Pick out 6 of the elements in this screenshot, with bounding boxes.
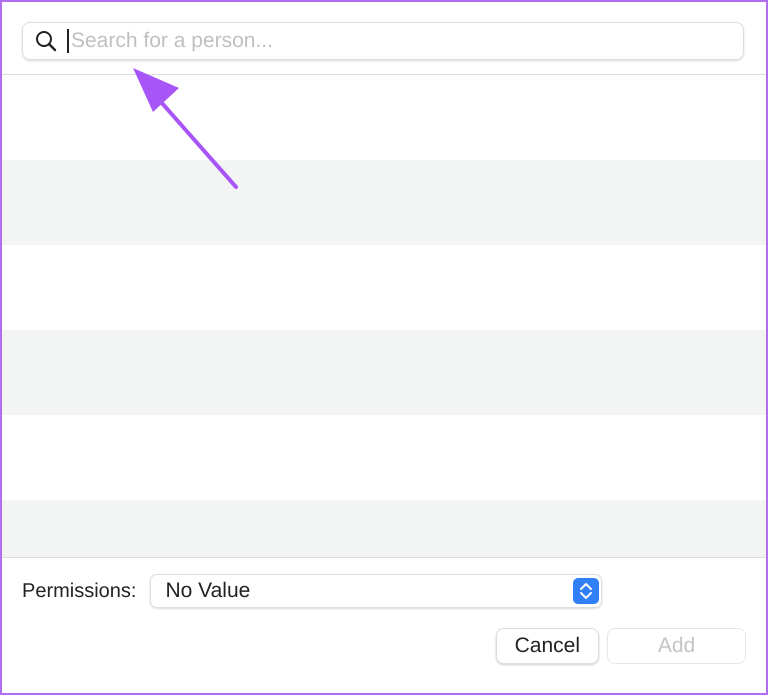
dialog-button[interactable]: Cancel bbox=[496, 628, 599, 664]
permissions-dropdown[interactable]: No Value bbox=[150, 574, 602, 608]
permissions-label: Permissions: bbox=[22, 580, 136, 602]
stepper-icon bbox=[573, 578, 600, 604]
placeholder-text: Search for a person... bbox=[70, 29, 273, 53]
search-icon bbox=[35, 30, 57, 52]
